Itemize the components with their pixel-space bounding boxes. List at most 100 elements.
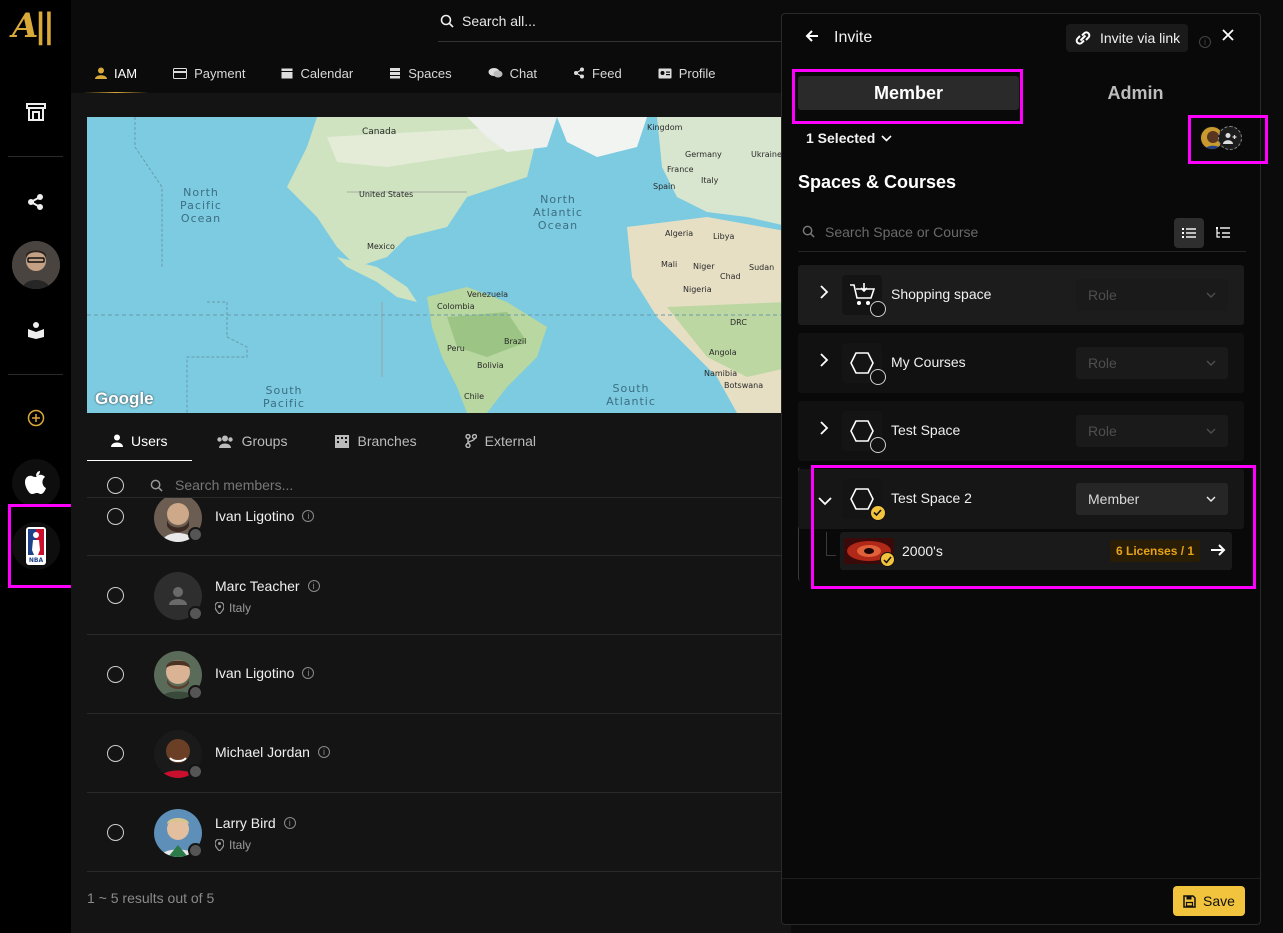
info-icon[interactable]: i — [302, 667, 315, 679]
store-icon[interactable] — [0, 98, 71, 126]
role-value: Member — [1088, 491, 1140, 507]
check-selected-icon[interactable] — [880, 552, 895, 567]
info-icon[interactable]: i — [283, 817, 296, 829]
invite-via-link-button[interactable]: Invite via link — [1066, 24, 1189, 52]
space-row-test-space[interactable]: Test Space Role — [798, 401, 1244, 461]
map-label: Canada — [362, 127, 396, 137]
info-icon[interactable]: i — [302, 510, 315, 522]
space-row-shopping[interactable]: Shopping space Role — [798, 265, 1244, 325]
nav-tab-chat[interactable]: Chat — [476, 58, 549, 88]
results-count: 1 ~ 5 results out of 5 — [87, 890, 215, 906]
course-row[interactable]: 2000's 6 Licenses / 1 — [840, 532, 1232, 570]
nav-tab-payment[interactable]: Payment — [161, 58, 257, 88]
rail-divider — [8, 156, 63, 157]
back-button[interactable] — [804, 28, 820, 49]
tab-label: External — [484, 433, 536, 449]
info-icon[interactable]: i — [1199, 32, 1211, 50]
apple-workspace-button[interactable] — [11, 459, 60, 507]
map-label: Bolivia — [477, 361, 504, 370]
tree-list-icon — [1216, 227, 1230, 238]
table-row[interactable]: Larry Bird i Italy — [87, 792, 791, 871]
user-location: Italy — [215, 838, 251, 852]
app-logo[interactable]: A|| — [12, 6, 58, 52]
selected-dropdown[interactable]: 1 Selected — [806, 130, 892, 146]
share-nodes-icon[interactable] — [0, 190, 71, 214]
status-dot — [188, 527, 203, 542]
nav-tab-label: Spaces — [408, 65, 452, 81]
row-select-radio[interactable] — [107, 666, 124, 683]
table-row[interactable]: Michael Jordan i — [87, 713, 791, 792]
add-user-button[interactable] — [1218, 126, 1242, 150]
nav-tab-label: Calendar — [300, 65, 354, 81]
row-select-radio[interactable] — [107, 508, 124, 525]
chevron-right-icon[interactable] — [820, 353, 829, 372]
map-label: Libya — [713, 232, 734, 241]
location-pin-icon — [215, 839, 224, 851]
ocean-label-north-pacific: North Pacific Ocean — [180, 186, 222, 225]
profile-avatar[interactable] — [11, 241, 60, 289]
member-search-bar: Search members... — [87, 473, 791, 497]
users-icon — [216, 435, 233, 448]
table-row[interactable]: Marc Teacher i Italy — [87, 555, 791, 634]
close-button[interactable] — [1222, 28, 1234, 46]
course-search-bar[interactable]: Search Space or Course — [798, 212, 1246, 252]
member-search-input[interactable]: Search members... — [175, 477, 293, 493]
selection-indicator[interactable] — [870, 437, 886, 453]
map-label: Chad — [720, 272, 741, 281]
row-select-radio[interactable] — [107, 824, 124, 841]
info-icon[interactable]: i — [307, 580, 320, 592]
tab-users[interactable]: Users — [87, 421, 192, 461]
space-row-my-courses[interactable]: My Courses Role — [798, 333, 1244, 393]
main-nav: IAM Payment Calendar Spaces Chat Feed Pr… — [83, 58, 740, 94]
tab-external[interactable]: External — [441, 421, 560, 461]
add-circle-icon[interactable] — [0, 407, 71, 429]
role-select[interactable]: Role — [1076, 415, 1228, 447]
nav-tab-feed[interactable]: Feed — [561, 58, 634, 88]
info-icon[interactable]: i — [317, 746, 330, 758]
nav-tab-spaces[interactable]: Spaces — [377, 58, 463, 88]
map-label: Namibia — [704, 369, 737, 378]
row-select-radio[interactable] — [107, 587, 124, 604]
list-view-button[interactable] — [1174, 218, 1204, 248]
divider — [87, 871, 791, 872]
tab-admin[interactable]: Admin — [1025, 76, 1246, 110]
world-map[interactable]: Canada United States Mexico Venezuela Co… — [87, 117, 791, 413]
nav-tab-calendar[interactable]: Calendar — [269, 58, 365, 88]
row-select-radio[interactable] — [107, 745, 124, 762]
role-select[interactable]: Member — [1076, 483, 1228, 515]
chevron-down-icon — [1206, 496, 1216, 502]
save-button[interactable]: Save — [1173, 886, 1245, 916]
table-row[interactable]: Ivan Ligotino i — [87, 497, 791, 555]
table-row[interactable]: Ivan Ligotino i — [87, 634, 791, 713]
chevron-right-icon[interactable] — [820, 421, 829, 440]
tree-view-button[interactable] — [1208, 218, 1238, 248]
map-label: Ukraine — [751, 150, 782, 159]
course-search-input[interactable]: Search Space or Course — [825, 224, 978, 240]
map-label: France — [667, 165, 694, 174]
save-icon — [1183, 894, 1196, 908]
svg-text:NBA: NBA — [28, 557, 43, 564]
chevron-down-icon[interactable] — [818, 493, 832, 511]
global-search[interactable]: Search all... — [438, 0, 818, 42]
main-content: Canada United States Mexico Venezuela Co… — [71, 93, 791, 933]
nba-workspace-button[interactable]: NBA — [11, 522, 60, 570]
panel-footer-divider — [782, 878, 1260, 879]
check-selected-icon[interactable] — [870, 505, 886, 521]
arrow-right-icon[interactable] — [1210, 543, 1226, 562]
tab-groups[interactable]: Groups — [192, 421, 312, 461]
selection-indicator[interactable] — [870, 369, 886, 385]
book-reader-icon[interactable] — [0, 318, 71, 342]
nav-tab-iam[interactable]: IAM — [83, 58, 150, 94]
chevron-right-icon[interactable] — [820, 285, 829, 304]
role-select[interactable]: Role — [1076, 347, 1228, 379]
select-all-radio[interactable] — [107, 476, 124, 494]
user-name: Marc Teacher i — [215, 578, 320, 594]
tab-branches[interactable]: Branches — [311, 421, 440, 461]
user-name: Ivan Ligotino i — [215, 508, 315, 524]
nav-tab-label: Feed — [592, 65, 622, 81]
role-select[interactable]: Role — [1076, 279, 1228, 311]
space-row-test-space-2[interactable]: Test Space 2 Member — [798, 469, 1244, 529]
tab-member[interactable]: Member — [798, 76, 1019, 110]
nav-tab-profile[interactable]: Profile — [646, 58, 728, 88]
selection-indicator[interactable] — [870, 301, 886, 317]
